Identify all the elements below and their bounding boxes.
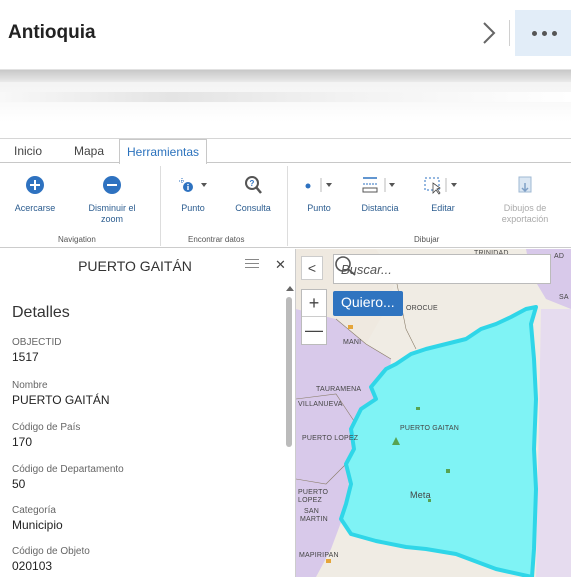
ribbon-tabs: Inicio Mapa Herramientas	[0, 139, 571, 164]
measure-distance-label: Distancia	[361, 203, 399, 213]
search-input[interactable]	[341, 262, 511, 277]
field-label: Código de País	[12, 422, 81, 433]
group-label-draw: Dibujar	[414, 235, 440, 244]
field-nombre: Nombre PUERTO GAITÁN	[12, 380, 110, 407]
identify-point-icon	[179, 178, 207, 192]
draw-point-label: Punto	[307, 203, 331, 213]
group-divider	[160, 166, 161, 246]
scroll-up-arrow[interactable]	[286, 286, 294, 291]
map-label-sa: SA	[559, 294, 569, 301]
header-divider	[509, 20, 510, 46]
search-icon[interactable]	[334, 255, 358, 277]
tab-mapa[interactable]: Mapa	[74, 144, 104, 158]
map-view[interactable]: OROCUE re MANI TAURAMENA VILLANUEVA PUER…	[296, 249, 571, 577]
map-label-puerto-lopez-2b: LOPEZ	[298, 497, 322, 504]
header-bar: Antioquia	[0, 10, 571, 56]
map-label-san-martin-a: SAN	[304, 508, 319, 515]
map-label-orocue: OROCUE	[406, 305, 438, 312]
field-value: 170	[12, 435, 33, 449]
group-divider	[287, 166, 288, 246]
identify-point-label: Punto	[181, 203, 205, 213]
group-label-find: Encontrar datos	[188, 235, 245, 244]
map-label-san-martin-b: MARTIN	[300, 516, 328, 523]
ribbon-groups: Acercarse Disminuir el zoom Navigation P…	[0, 164, 571, 248]
field-label: Nombre	[12, 380, 48, 391]
blur-band	[0, 70, 571, 82]
edit-tool[interactable]: Editar	[420, 175, 466, 214]
query-tool[interactable]: ? Consulta	[230, 175, 276, 214]
field-label: Código de Departamento	[12, 464, 124, 475]
field-label: Categoría	[12, 505, 56, 516]
blur-band-light	[0, 82, 571, 122]
map-zoom-control: + —	[301, 289, 327, 345]
chevron-right-icon[interactable]	[478, 20, 500, 46]
export-drawings-tool[interactable]: Dibujos de exportación	[492, 175, 558, 225]
tab-herramientas[interactable]: Herramientas	[119, 139, 208, 164]
page-title: Antioquia	[8, 22, 96, 43]
map-label-puerto-gaitan: PUERTO GAITAN	[400, 425, 459, 432]
svg-text:?: ?	[250, 179, 255, 188]
field-objectid: OBJECTID 1517	[12, 337, 61, 364]
tab-inicio[interactable]: Inicio	[14, 144, 42, 158]
field-codigo-departamento: Código de Departamento 50	[12, 464, 124, 491]
map-label-puerto-lopez: PUERTO LOPEZ	[302, 435, 359, 442]
more-options-button[interactable]	[515, 10, 571, 56]
field-value: 020103	[12, 559, 53, 573]
back-button[interactable]: <	[301, 256, 323, 280]
field-codigo-objeto: Código de Objeto 020103	[12, 546, 90, 573]
details-panel: PUERTO GAITÁN ✕ Detalles OBJECTID 1517 N…	[0, 249, 296, 577]
map-label-mapiripan: MAPIRIPAN	[299, 552, 339, 559]
export-drawings-icon	[518, 176, 532, 193]
panel-title: PUERTO GAITÁN	[78, 258, 192, 274]
group-label-navigation: Navigation	[58, 235, 96, 244]
edit-select-icon	[424, 177, 457, 195]
field-codigo-pais: Código de País 170	[12, 422, 80, 449]
header-card: Antioquia	[0, 0, 571, 70]
zoom-out-icon	[103, 176, 121, 194]
blur-strip	[0, 92, 571, 102]
map-label-mani: MANI	[343, 339, 362, 346]
draw-point-icon	[305, 178, 332, 192]
draw-point-tool[interactable]: Punto	[296, 175, 342, 214]
zoom-in-icon	[26, 176, 44, 194]
field-value: 1517	[12, 350, 39, 364]
quiero-button[interactable]: Quiero...	[333, 291, 403, 316]
menu-icon[interactable]	[245, 259, 259, 271]
field-label: OBJECTID	[12, 337, 62, 348]
field-value: 50	[12, 477, 26, 491]
ribbon: Inicio Mapa Herramientas Acercarse Dismi…	[0, 138, 571, 248]
close-icon[interactable]: ✕	[275, 257, 286, 273]
map-label-villanueva: VILLANUEVA	[298, 401, 343, 408]
section-heading: Detalles	[12, 304, 70, 321]
search-box	[333, 254, 551, 284]
map-label-puerto-lopez-2a: PUERTO	[298, 489, 329, 496]
measure-distance-tool[interactable]: Distancia	[357, 175, 403, 214]
map-label-ad: AD	[554, 253, 565, 260]
field-label: Código de Objeto	[12, 546, 90, 557]
map-zoom-out-button[interactable]: —	[302, 317, 326, 344]
map-label-tauramena: TAURAMENA	[316, 386, 362, 393]
zoom-in-label: Acercarse	[14, 203, 56, 213]
map-zoom-in-button[interactable]: +	[302, 290, 326, 317]
edit-label: Editar	[431, 203, 455, 213]
scrollbar-thumb[interactable]	[286, 297, 292, 447]
field-value: PUERTO GAITÁN	[12, 393, 110, 407]
query-icon: ?	[245, 176, 262, 194]
zoom-in-tool[interactable]: Acercarse	[12, 175, 58, 214]
field-value: Municipio	[12, 518, 63, 532]
zoom-out-label: Disminuir el zoom	[88, 203, 136, 224]
zoom-out-tool[interactable]: Disminuir el zoom	[78, 175, 146, 225]
export-drawings-label: Dibujos de exportación	[501, 203, 549, 224]
field-categoria: Categoría Municipio	[12, 505, 63, 532]
query-label: Consulta	[235, 203, 271, 213]
identify-point-tool[interactable]: Punto	[170, 175, 216, 214]
measure-distance-icon	[362, 177, 395, 193]
map-label-meta: Meta	[410, 490, 431, 500]
